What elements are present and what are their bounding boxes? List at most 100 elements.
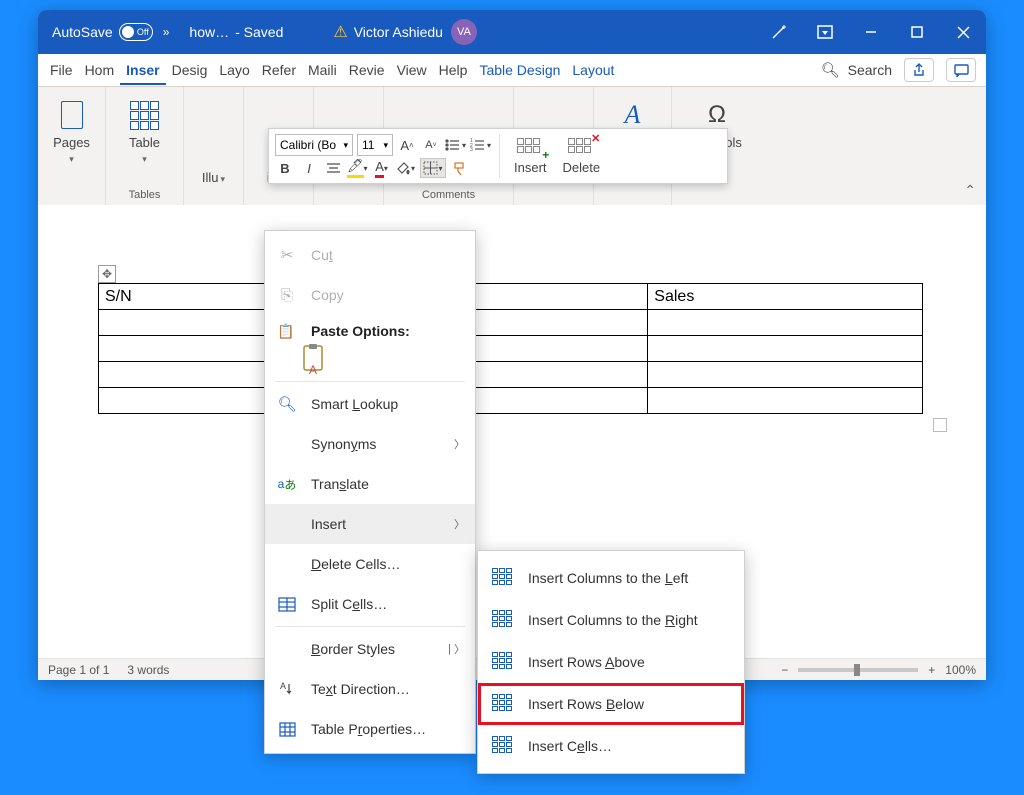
table-button[interactable]: Table ▾: [121, 95, 169, 169]
font-name-select[interactable]: Calibri (Bo▾: [275, 134, 353, 156]
autosave-toggle[interactable]: AutoSave Off: [52, 23, 153, 41]
ctx-text-direction[interactable]: A Text Direction…: [265, 669, 475, 709]
table-properties-icon: [277, 719, 297, 739]
document-name[interactable]: how…: [189, 24, 229, 40]
comments-button[interactable]: [946, 58, 976, 82]
insert-cols-left-icon: [492, 568, 514, 588]
table-cell[interactable]: Sales: [648, 284, 923, 310]
collapse-ribbon-icon[interactable]: ⌃: [964, 182, 976, 199]
table-cell[interactable]: [648, 336, 923, 362]
ctx-split-cells[interactable]: Split Cells…: [265, 584, 475, 624]
tab-table-layout[interactable]: Layout: [566, 56, 620, 84]
zoom-slider[interactable]: [798, 668, 918, 672]
tab-view[interactable]: View: [391, 56, 433, 84]
ribbon-tabs: File Hom Inser Desig Layo Refer Maili Re…: [38, 54, 986, 87]
page-indicator[interactable]: Page 1 of 1: [48, 663, 109, 677]
highlight-icon[interactable]: 🖊▾: [347, 158, 368, 178]
insert-cols-right-icon: [492, 610, 514, 630]
share-button[interactable]: [904, 58, 934, 82]
word-count[interactable]: 3 words: [127, 663, 169, 677]
toggle-off-icon[interactable]: Off: [119, 23, 153, 41]
format-painter-icon[interactable]: [450, 158, 470, 178]
font-size-select[interactable]: 11▾: [357, 134, 393, 156]
tab-references[interactable]: Refer: [256, 56, 302, 84]
mini-delete-button[interactable]: Delete: [557, 138, 607, 175]
table-move-handle[interactable]: ✥: [98, 265, 116, 283]
translate-icon: aあ: [277, 474, 297, 494]
tab-review[interactable]: Revie: [343, 56, 391, 84]
sub-insert-cells[interactable]: Insert Cells…: [478, 725, 744, 767]
mini-insert-button[interactable]: Insert: [508, 138, 553, 175]
table-resize-handle[interactable]: [933, 418, 947, 432]
shading-icon[interactable]: ▾: [396, 158, 416, 178]
maximize-button[interactable]: [894, 10, 940, 54]
zoom-level[interactable]: 100%: [945, 663, 976, 677]
titlebar: AutoSave Off » how… - Saved ⚠ Victor Ash…: [38, 10, 986, 54]
avatar[interactable]: VA: [451, 19, 477, 45]
search-icon[interactable]: 🔍︎: [821, 61, 840, 79]
tab-home[interactable]: Hom: [79, 56, 121, 84]
sub-insert-cols-right[interactable]: Insert Columns to the Right: [478, 599, 744, 641]
ctx-insert[interactable]: Insert 〉: [265, 504, 475, 544]
tab-file[interactable]: File: [44, 56, 79, 84]
ctx-border-styles[interactable]: Border Styles | 〉: [265, 629, 475, 669]
bullets-icon[interactable]: ▾: [445, 135, 466, 155]
document-table[interactable]: S/NSales: [98, 283, 923, 414]
cut-icon: ✂: [277, 245, 297, 265]
decrease-font-icon[interactable]: A˅: [421, 135, 441, 155]
table-cell[interactable]: [648, 310, 923, 336]
pages-label: Pages: [53, 135, 90, 150]
zoom-in-button[interactable]: +: [928, 663, 935, 677]
ctx-delete-cells[interactable]: Delete Cells…: [265, 544, 475, 584]
overflow-icon[interactable]: »: [163, 25, 170, 39]
borders-icon[interactable]: ▾: [420, 158, 446, 178]
text-icon: A: [617, 99, 649, 131]
pages-button[interactable]: Pages ▾: [45, 95, 98, 169]
tab-design[interactable]: Desig: [166, 56, 214, 84]
save-state: - Saved: [235, 24, 283, 40]
chevron-right-icon: 〉: [454, 436, 465, 452]
group-label-tables: Tables: [106, 189, 183, 201]
bold-icon[interactable]: B: [275, 158, 295, 178]
sub-insert-rows-above[interactable]: Insert Rows Above: [478, 641, 744, 683]
close-button[interactable]: [940, 10, 986, 54]
ctx-cut[interactable]: ✂ Cut: [265, 235, 475, 275]
insert-cells-icon: [492, 736, 514, 756]
ribbon-mode-icon[interactable]: [802, 10, 848, 54]
ctx-paste-header: 📋 Paste Options:: [265, 315, 475, 343]
font-color-icon[interactable]: A▾: [372, 158, 392, 178]
divider: |: [448, 643, 451, 655]
context-menu: ✂ Cut ⎘ Copy 📋 Paste Options: A 🔍︎ Smart…: [264, 230, 476, 754]
tab-table-design[interactable]: Table Design: [473, 56, 566, 84]
ctx-translate[interactable]: aあ Translate: [265, 464, 475, 504]
warning-icon[interactable]: ⚠: [333, 22, 347, 42]
svg-text:A: A: [309, 363, 317, 377]
table-cell[interactable]: [648, 388, 923, 414]
tab-mailings[interactable]: Maili: [302, 56, 343, 84]
tab-layout[interactable]: Layo: [213, 56, 255, 84]
autosave-label: AutoSave: [52, 24, 113, 40]
paste-option-keep-formatting[interactable]: A: [299, 343, 329, 379]
numbering-icon[interactable]: 123 ▾: [470, 135, 491, 155]
sub-insert-cols-left[interactable]: Insert Columns to the Left: [478, 557, 744, 599]
blank-icon: [277, 554, 297, 574]
ctx-copy[interactable]: ⎘ Copy: [265, 275, 475, 315]
minimize-button[interactable]: [848, 10, 894, 54]
increase-font-icon[interactable]: A˄: [397, 135, 417, 155]
user-name[interactable]: Victor Ashiedu: [354, 24, 443, 40]
ctx-smart-lookup[interactable]: 🔍︎ Smart Lookup: [265, 384, 475, 424]
table-cell[interactable]: [648, 362, 923, 388]
tab-help[interactable]: Help: [433, 56, 474, 84]
italic-icon[interactable]: I: [299, 158, 319, 178]
zoom-out-button[interactable]: −: [781, 663, 788, 677]
ctx-table-properties[interactable]: Table Properties…: [265, 709, 475, 749]
search-icon: 🔍︎: [277, 394, 297, 414]
magic-icon[interactable]: [756, 10, 802, 54]
svg-text:A: A: [280, 681, 286, 691]
ctx-synonyms[interactable]: Synonyms 〉: [265, 424, 475, 464]
sub-insert-rows-below[interactable]: Insert Rows Below: [478, 683, 744, 725]
align-icon[interactable]: [323, 158, 343, 178]
search-label[interactable]: Search: [848, 62, 892, 78]
tab-insert[interactable]: Inser: [120, 56, 165, 85]
illustrations-group[interactable]: Illu: [202, 170, 219, 185]
